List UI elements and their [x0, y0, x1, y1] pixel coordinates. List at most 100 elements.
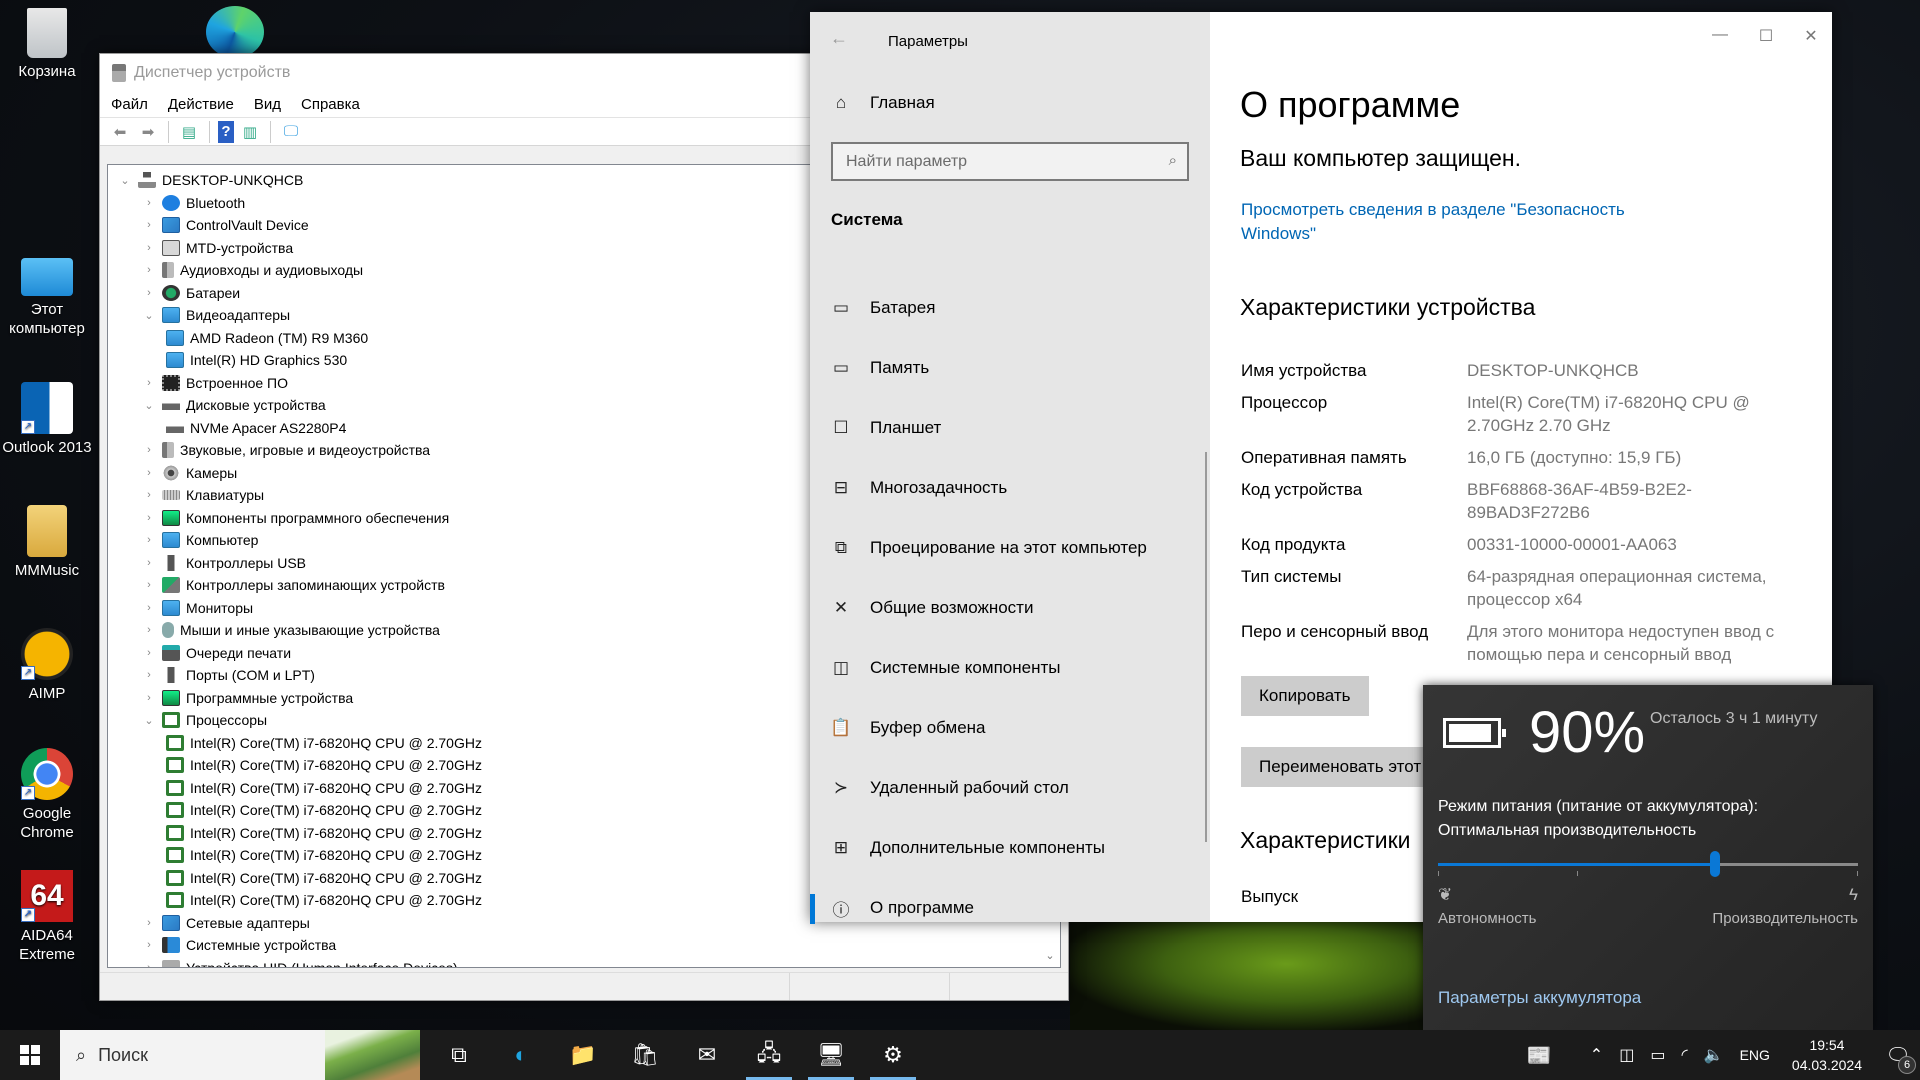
chevron-right-icon[interactable]: ›	[142, 962, 156, 968]
tree-category[interactable]: › ControlVault Device	[142, 214, 309, 236]
tree-device[interactable]: Intel(R) Core(TM) i7-6820HQ CPU @ 2.70GH…	[166, 799, 482, 821]
battery-settings-link[interactable]: Параметры аккумулятора	[1438, 988, 1641, 1008]
nav-item[interactable]: ⧉ Проецирование на этот компьютер	[810, 526, 1210, 570]
nav-item[interactable]: ▭ Память	[810, 346, 1210, 390]
taskbar-device-manager-button[interactable]: 🖧	[738, 1030, 800, 1080]
back-arrow-icon[interactable]: ←	[830, 28, 848, 49]
scroll-down-icon[interactable]: ⌄	[1042, 949, 1058, 965]
camera-icon[interactable]: ◫	[1619, 1045, 1634, 1065]
chevron-down-icon[interactable]: ⌄	[118, 174, 132, 187]
chevron-right-icon[interactable]: ›	[142, 489, 156, 501]
chevron-down-icon[interactable]: ⌄	[142, 399, 156, 412]
tree-category[interactable]: › Порты (COM и LPT)	[142, 664, 315, 686]
chevron-down-icon[interactable]: ⌄	[142, 714, 156, 727]
tree-category[interactable]: › Компьютер	[142, 529, 258, 551]
tree-category[interactable]: › Клавиатуры	[142, 484, 264, 506]
menu-action[interactable]: Действие	[168, 96, 234, 113]
nav-item[interactable]: ⊞ Дополнительные компоненты	[810, 826, 1210, 870]
nav-item[interactable]: 📋 Буфер обмена	[810, 706, 1210, 750]
tree-device[interactable]: Intel(R) Core(TM) i7-6820HQ CPU @ 2.70GH…	[166, 754, 482, 776]
chevron-right-icon[interactable]: ›	[142, 467, 156, 479]
tree-category[interactable]: › Встроенное ПО	[142, 372, 288, 394]
taskbar-edge-button[interactable]: ◐	[490, 1030, 552, 1080]
help-icon[interactable]: ?	[218, 120, 234, 143]
nav-scrollbar[interactable]	[1205, 452, 1207, 842]
minimize-icon[interactable]: —	[1708, 26, 1732, 50]
chevron-right-icon[interactable]: ›	[142, 512, 156, 524]
search-icon[interactable]: ⌕	[1169, 152, 1177, 169]
desktop-icon-recycle-bin[interactable]: Корзина	[0, 8, 94, 81]
chevron-right-icon[interactable]: ›	[142, 444, 156, 456]
clock[interactable]: 19:54 04.03.2024	[1792, 1035, 1862, 1075]
taskbar-settings-button[interactable]: ⚙	[862, 1030, 924, 1080]
menu-view[interactable]: Вид	[254, 96, 281, 113]
chevron-right-icon[interactable]: ›	[142, 692, 156, 704]
taskbar-mail-button[interactable]: ✉	[676, 1030, 738, 1080]
language-indicator[interactable]: ENG	[1740, 1047, 1770, 1063]
nav-home[interactable]: ⌂ Главная	[810, 81, 1210, 125]
tree-device[interactable]: NVMe Apacer AS2280P4	[166, 417, 346, 439]
maximize-icon[interactable]: ☐	[1754, 26, 1778, 50]
taskbar-task-view-button[interactable]: ⧉	[428, 1030, 490, 1080]
security-link[interactable]: Просмотреть сведения в разделе "Безопасн…	[1241, 198, 1671, 246]
tree-category[interactable]: ⌄ Дисковые устройства	[142, 394, 326, 416]
tree-category[interactable]: › Очереди печати	[142, 642, 291, 664]
chevron-right-icon[interactable]: ›	[142, 917, 156, 929]
start-button[interactable]	[0, 1030, 60, 1080]
chevron-right-icon[interactable]: ›	[142, 557, 156, 569]
volume-icon[interactable]: 🔈	[1704, 1045, 1724, 1065]
chevron-right-icon[interactable]: ›	[142, 624, 156, 636]
scan-hardware-icon[interactable]: 🖵	[279, 121, 303, 143]
wifi-icon[interactable]: ◜	[1681, 1045, 1687, 1065]
chevron-right-icon[interactable]: ›	[142, 602, 156, 614]
news-widget-icon[interactable]: 📰	[1527, 1043, 1552, 1068]
taskbar-file-explorer-button[interactable]: 📁	[552, 1030, 614, 1080]
tree-category[interactable]: › Сетевые адаптеры	[142, 912, 310, 934]
action-center-button[interactable]: 🗨 6	[1876, 1030, 1920, 1080]
chevron-right-icon[interactable]: ›	[142, 669, 156, 681]
settings-search-input[interactable]: Найти параметр ⌕	[831, 142, 1189, 181]
tree-device[interactable]: Intel(R) Core(TM) i7-6820HQ CPU @ 2.70GH…	[166, 889, 482, 911]
nav-item[interactable]: ☐ Планшет	[810, 406, 1210, 450]
tree-device[interactable]: AMD Radeon (TM) R9 M360	[166, 327, 368, 349]
properties-pane-icon[interactable]: ▥	[238, 121, 262, 143]
chevron-right-icon[interactable]: ›	[142, 939, 156, 951]
forward-arrow-icon[interactable]: ➡	[136, 121, 160, 143]
tree-category[interactable]: › Компоненты программного обеспечения	[142, 507, 449, 529]
tree-root[interactable]: ⌄ DESKTOP-UNKQHCB	[118, 169, 303, 191]
desktop-icon-aimp[interactable]: ↗ AIMP	[0, 628, 94, 703]
desktop-icon-mmmusic[interactable]: MMMusic	[0, 505, 94, 580]
edge-desktop-icon[interactable]	[206, 6, 264, 58]
chevron-right-icon[interactable]: ›	[142, 242, 156, 254]
taskbar-system-button[interactable]: 🖥	[800, 1030, 862, 1080]
show-hide-console-tree-icon[interactable]: ▤	[177, 121, 201, 143]
tree-category[interactable]: › MTD-устройства	[142, 237, 293, 259]
copy-button[interactable]: Копировать	[1241, 676, 1369, 716]
tree-category[interactable]: › Батареи	[142, 282, 240, 304]
show-hidden-icons-chevron-icon[interactable]: ⌃	[1590, 1045, 1603, 1065]
chevron-right-icon[interactable]: ›	[142, 647, 156, 659]
battery-tray-icon[interactable]: ▭	[1650, 1045, 1665, 1065]
chevron-down-icon[interactable]: ⌄	[142, 309, 156, 322]
rename-pc-button[interactable]: Переименовать этот	[1241, 747, 1440, 787]
power-mode-slider[interactable]	[1438, 851, 1858, 877]
chevron-right-icon[interactable]: ›	[142, 579, 156, 591]
menu-help[interactable]: Справка	[301, 96, 360, 113]
tree-category[interactable]: › Программные устройства	[142, 687, 353, 709]
desktop-icon-this-pc[interactable]: Этот компьютер	[0, 258, 94, 338]
back-arrow-icon[interactable]: ⬅	[108, 121, 132, 143]
tree-category[interactable]: › Контроллеры запоминающих устройств	[142, 574, 445, 596]
desktop-icon-aida64[interactable]: 64 ↗ AIDA64 Extreme	[0, 870, 94, 964]
desktop-icon-chrome[interactable]: ↗ Google Chrome	[0, 748, 94, 842]
nav-item[interactable]: ≻ Удаленный рабочий стол	[810, 766, 1210, 810]
chevron-right-icon[interactable]: ›	[142, 534, 156, 546]
tree-category[interactable]: › Bluetooth	[142, 192, 245, 214]
close-icon[interactable]: ✕	[1799, 26, 1823, 50]
chevron-right-icon[interactable]: ›	[142, 377, 156, 389]
nav-item[interactable]: ⊟ Многозадачность	[810, 466, 1210, 510]
taskbar-search-box[interactable]: ⌕ Поиск	[60, 1030, 420, 1080]
tree-category[interactable]: › Мыши и иные указывающие устройства	[142, 619, 440, 641]
slider-thumb[interactable]	[1710, 851, 1721, 877]
tree-category[interactable]: › Устройства HID (Human Interface Devices…	[142, 957, 458, 968]
tree-category[interactable]: › Камеры	[142, 462, 237, 484]
